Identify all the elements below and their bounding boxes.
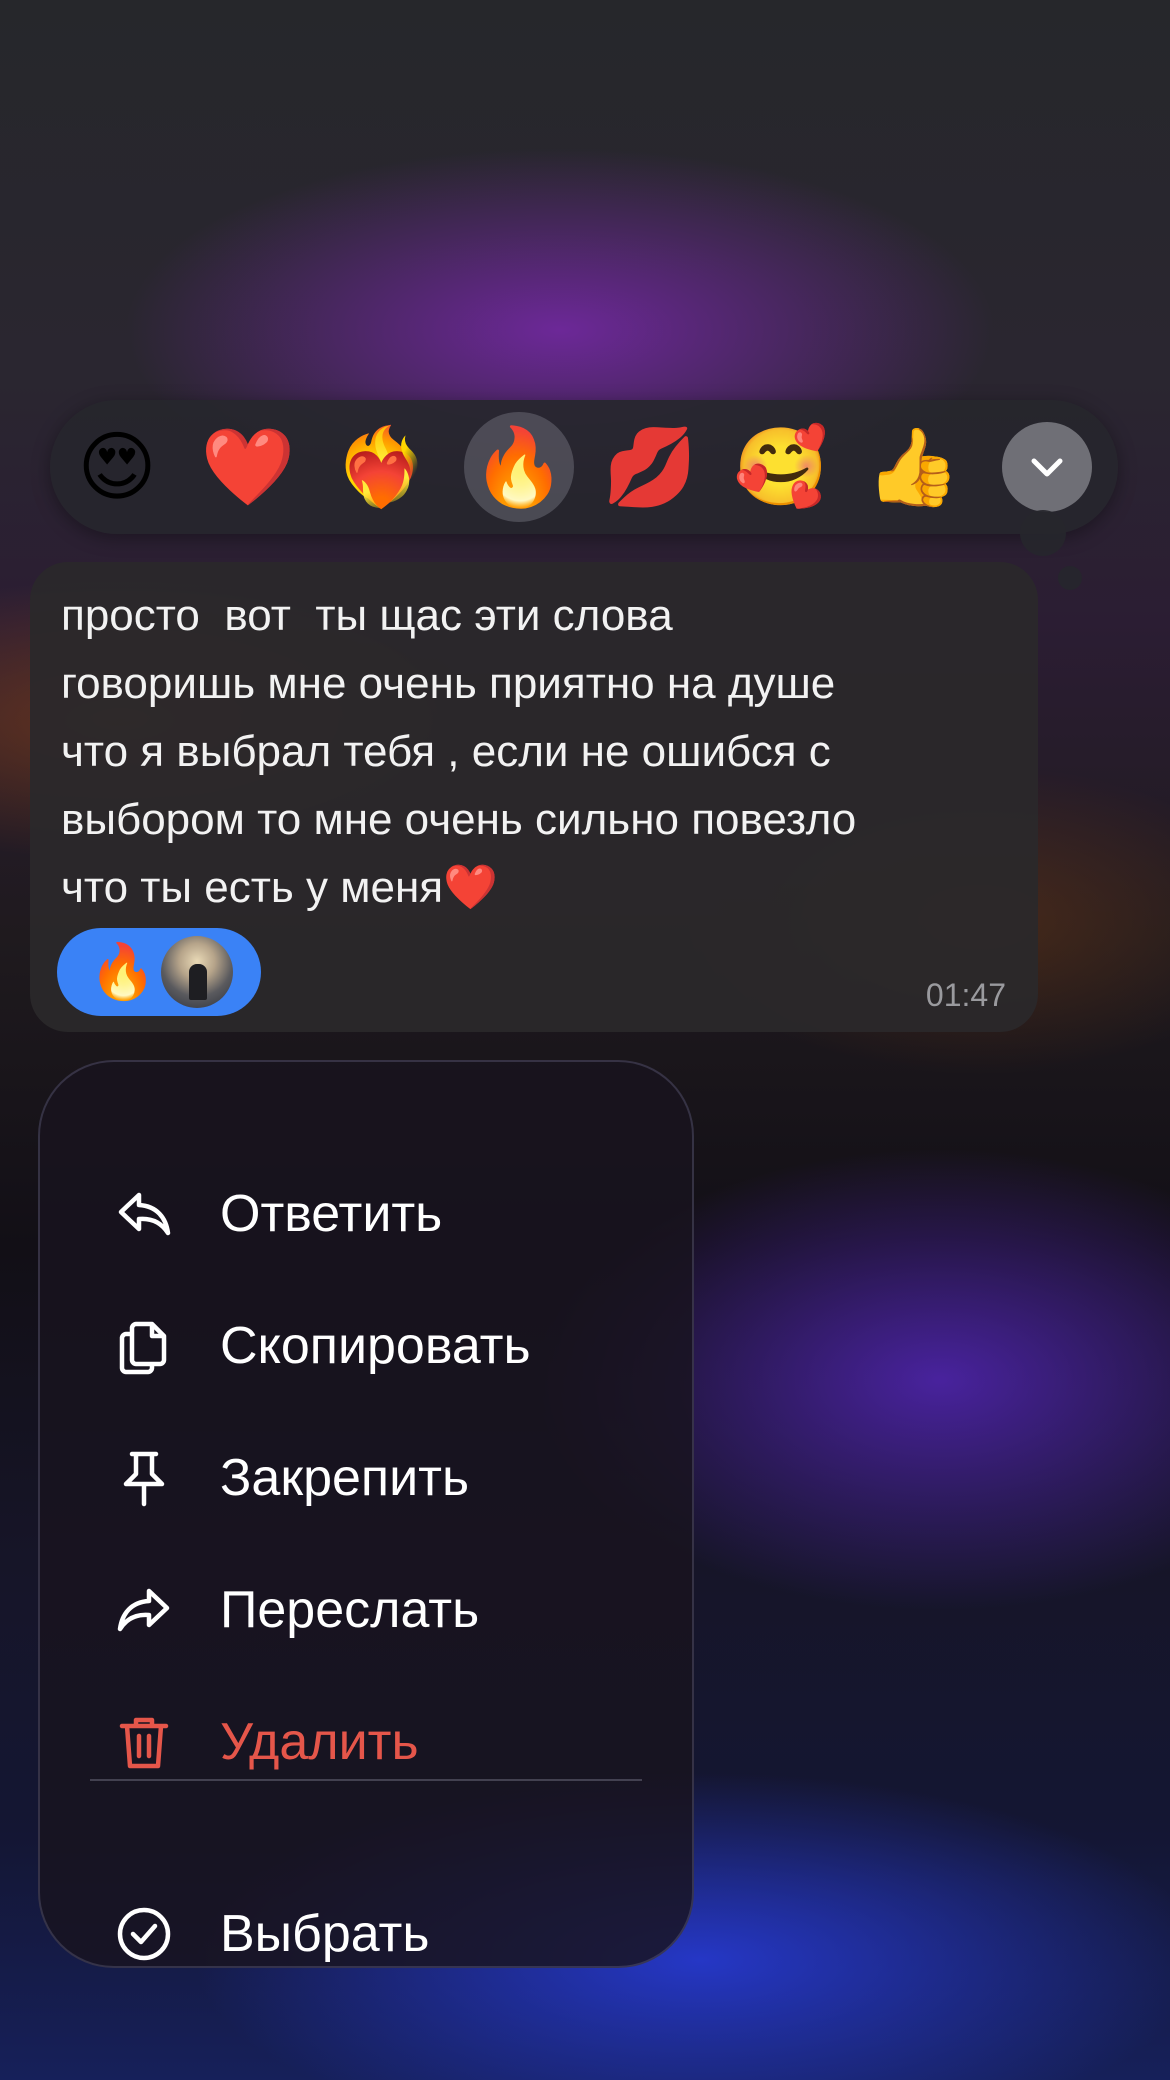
reply-icon [112,1182,176,1246]
menu-item-forward[interactable]: Переслать [40,1555,692,1665]
heart-on-fire-emoji-icon: ❤️‍🔥 [333,422,429,511]
smiling-hearts-emoji-icon: 🥰 [733,422,829,511]
reaction-bar-tail-small [1058,566,1082,590]
reaction-red-heart[interactable]: ❤️ [193,412,303,522]
reaction-chip[interactable]: 🔥 [57,928,261,1016]
context-menu: Ответить Скопировать Закрепить Переслать [38,1060,694,1968]
menu-item-label: Закрепить [220,1449,470,1507]
message-text: просто вот ты щас эти слова говоришь мне… [61,582,1021,922]
reaction-thumbs-up[interactable]: 👍 [858,412,968,522]
check-circle-icon [112,1902,176,1966]
reaction-kiss-mark[interactable]: 💋 [595,412,705,522]
message-bubble[interactable]: просто вот ты щас эти слова говоришь мне… [30,562,1038,1032]
menu-item-label: Переслать [220,1581,480,1639]
reaction-fire[interactable]: 🔥 [464,412,574,522]
menu-item-label: Скопировать [220,1317,531,1375]
kiss-mark-emoji-icon: 💋 [602,422,698,511]
reaction-smiling-hearts[interactable]: 🥰 [726,412,836,522]
reaction-heart-on-fire[interactable]: ❤️‍🔥 [326,412,436,522]
reaction-bar-tail [1020,510,1066,556]
red-heart-emoji-icon: ❤️ [200,422,296,511]
menu-item-pin[interactable]: Закрепить [40,1423,692,1533]
thumbs-up-emoji-icon: 👍 [865,422,961,511]
expand-reactions-button[interactable] [1002,422,1092,512]
trash-icon [112,1710,176,1774]
reaction-heart-eyes[interactable]: 😍 [62,412,172,522]
chevron-down-icon [1031,458,1063,477]
reaction-bar: 😍 ❤️ ❤️‍🔥 🔥 💋 🥰 👍 [50,400,1118,534]
fire-emoji-icon: 🔥 [471,422,567,511]
message-time: 01:47 [925,977,1006,1013]
menu-divider [90,1779,642,1781]
fire-emoji-icon: 🔥 [89,940,157,1003]
heart-eyes-emoji-icon: 😍 [77,422,157,511]
heart-emoji-icon: ❤️ [443,862,498,913]
pin-icon [112,1446,176,1510]
menu-item-label: Удалить [220,1713,419,1771]
avatar [161,936,233,1008]
menu-item-label: Ответить [220,1185,443,1243]
menu-item-label: Выбрать [220,1905,430,1963]
forward-icon [112,1578,176,1642]
menu-item-select[interactable]: Выбрать [40,1879,692,1989]
menu-item-reply[interactable]: Ответить [40,1159,692,1269]
menu-item-copy[interactable]: Скопировать [40,1291,692,1401]
copy-icon [112,1314,176,1378]
